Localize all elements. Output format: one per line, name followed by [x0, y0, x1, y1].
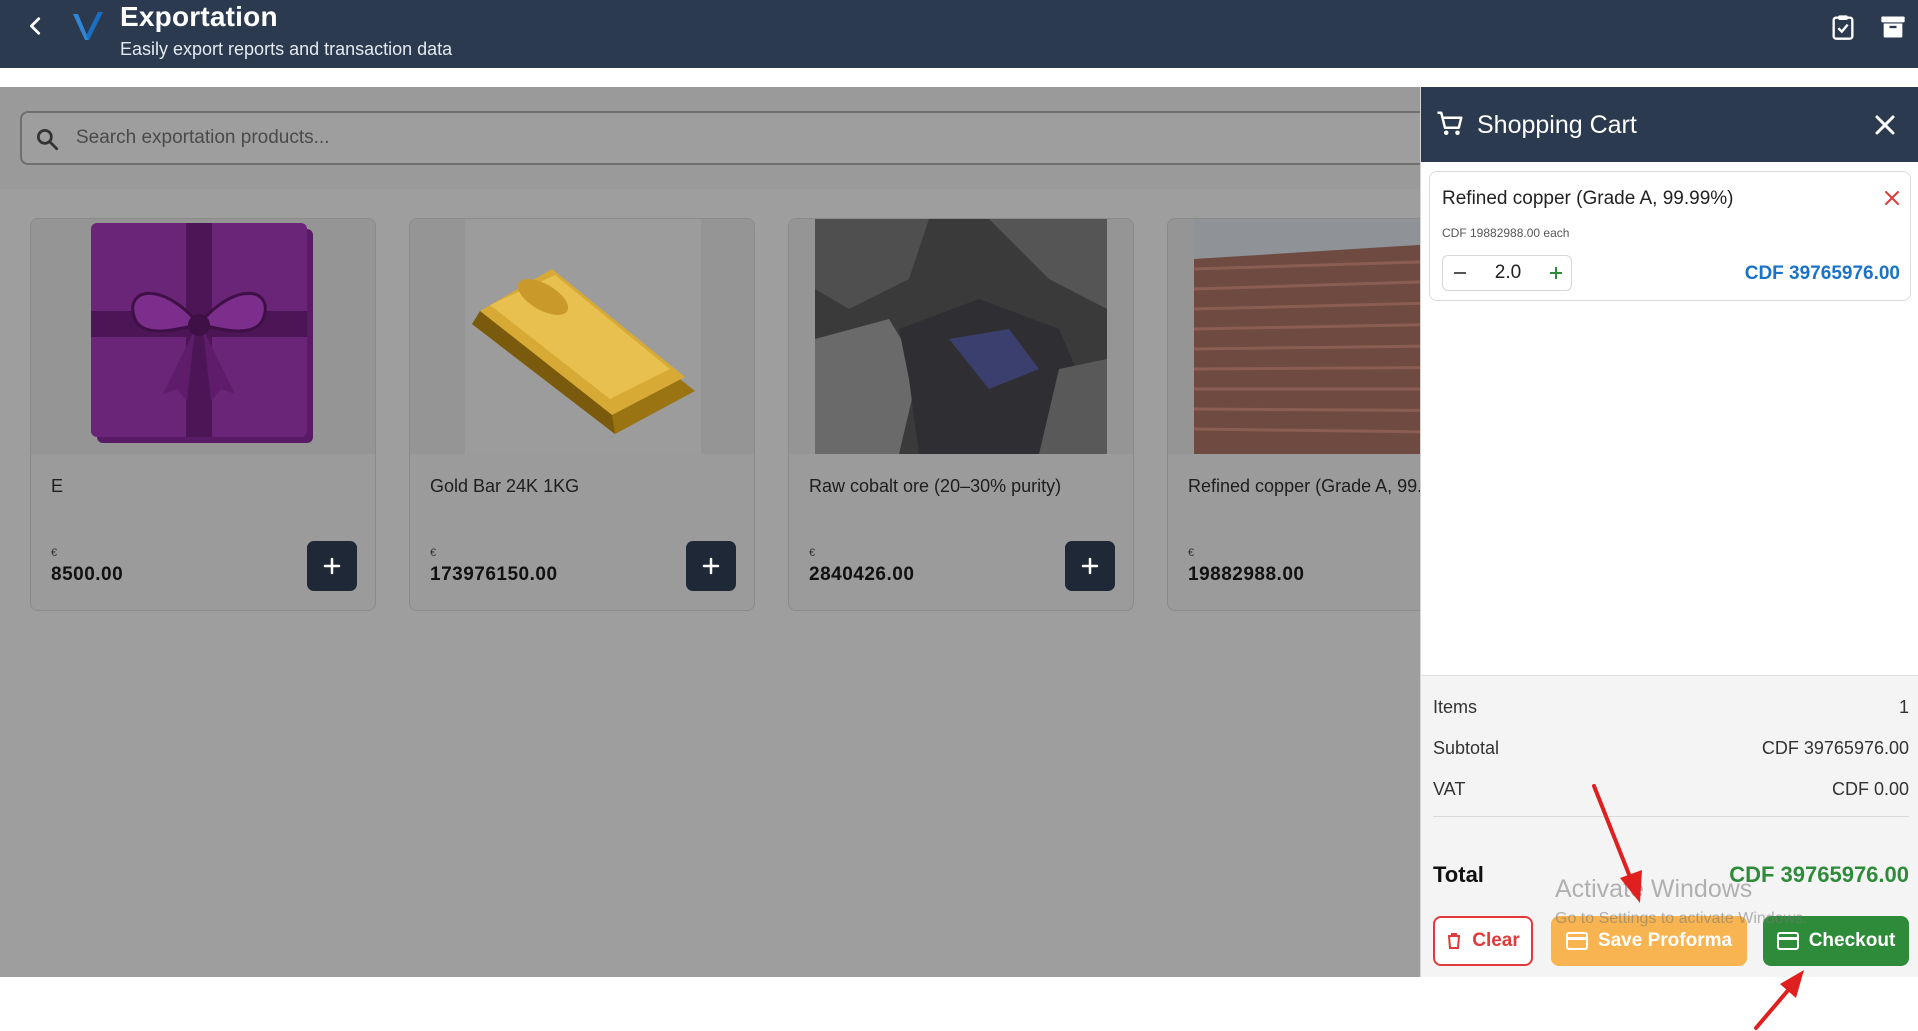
- items-label: Items: [1433, 697, 1478, 717]
- add-to-cart-button[interactable]: [1065, 541, 1115, 591]
- plus-icon: [702, 557, 720, 575]
- cart-item: Refined copper (Grade A, 99.99%) CDF 198…: [1429, 171, 1911, 301]
- cart-title: Shopping Cart: [1477, 111, 1637, 139]
- checkout-button[interactable]: Checkout: [1763, 916, 1909, 966]
- credit-card-icon: [1565, 932, 1588, 950]
- save-proforma-label: Save Proforma: [1597, 930, 1733, 951]
- cart-summary: Items 1 Subtotal CDF 39765976.00 VAT CDF…: [1421, 675, 1918, 977]
- cart-header: Shopping Cart: [1421, 87, 1918, 162]
- decrease-quantity-button[interactable]: [1443, 256, 1477, 290]
- total-value: CDF 39765976.00: [1729, 862, 1909, 887]
- remove-item-icon[interactable]: [1880, 186, 1904, 210]
- summary-items-row: Items 1: [1433, 697, 1909, 723]
- minus-icon: [1454, 272, 1466, 274]
- cart-icon: [1435, 109, 1465, 139]
- vat-label: VAT: [1433, 779, 1466, 799]
- product-price: 2840426.00: [809, 564, 915, 585]
- product-currency: €: [1188, 547, 1195, 559]
- content-top-edge: [0, 68, 1918, 87]
- product-currency: €: [809, 547, 816, 559]
- product-name: Gold Bar 24K 1KG: [430, 476, 580, 496]
- brand-logo: [70, 8, 106, 44]
- add-to-cart-button[interactable]: [686, 541, 736, 591]
- product-card[interactable]: Gold Bar 24K 1KG € 173976150.00: [409, 218, 755, 611]
- product-catalog: E € 8500.00 Gold Bar 24K 1KG € 173976150…: [0, 87, 1420, 977]
- product-image-cobalt-ore: [789, 219, 1133, 454]
- product-price: 8500.00: [51, 564, 124, 585]
- summary-divider: [1433, 816, 1909, 817]
- clear-button-label: Clear: [1472, 930, 1520, 951]
- annotation-arrow-checkout: [1754, 970, 1804, 1030]
- increase-quantity-button[interactable]: [1539, 256, 1573, 290]
- search-bar[interactable]: [20, 111, 1420, 165]
- product-currency: €: [430, 547, 437, 559]
- cart-item-unit-price: CDF 19882988.00 each: [1442, 226, 1570, 240]
- product-card[interactable]: E € 8500.00: [30, 218, 376, 611]
- page-title: Exportation: [120, 1, 278, 32]
- summary-total-row: Total CDF 39765976.00: [1433, 862, 1909, 892]
- search-input[interactable]: [76, 123, 1076, 153]
- product-card[interactable]: Refined copper (Grade A, 99.99%) € 19882…: [1167, 218, 1420, 611]
- trash-icon: [1448, 933, 1461, 949]
- subtotal-label: Subtotal: [1433, 738, 1500, 758]
- plus-icon: [323, 557, 341, 575]
- quantity-stepper: 2.0: [1442, 255, 1572, 291]
- page-subtitle: Easily export reports and transaction da…: [120, 39, 453, 59]
- vat-value: CDF 0.00: [1831, 779, 1909, 799]
- close-icon[interactable]: [1869, 109, 1901, 141]
- total-label: Total: [1433, 862, 1484, 887]
- product-image-gift: [31, 219, 375, 454]
- shopping-cart-panel: Shopping Cart Refined copper (Grade A, 9…: [1420, 87, 1918, 977]
- checkout-label: Checkout: [1808, 930, 1896, 951]
- product-card[interactable]: Raw cobalt ore (20–30% purity) € 2840426…: [788, 218, 1134, 611]
- subtotal-value: CDF 39765976.00: [1761, 738, 1909, 758]
- product-currency: €: [51, 547, 58, 559]
- items-value: 1: [1898, 697, 1909, 717]
- save-proforma-button[interactable]: Save Proforma: [1551, 916, 1747, 966]
- product-price: 173976150.00: [430, 564, 558, 585]
- add-to-cart-button[interactable]: [307, 541, 357, 591]
- archive-icon[interactable]: [1876, 10, 1910, 44]
- summary-vat-row: VAT CDF 0.00: [1433, 779, 1909, 805]
- plus-icon: [1550, 267, 1562, 279]
- cart-item-name: Refined copper (Grade A, 99.99%): [1442, 188, 1734, 209]
- app-bar: Exportation Easily export reports and tr…: [0, 0, 1918, 68]
- product-name: Raw cobalt ore (20–30% purity): [809, 476, 1062, 496]
- quantity-value[interactable]: 2.0: [1477, 262, 1539, 284]
- product-name: Refined copper (Grade A, 99.99%): [1188, 476, 1420, 496]
- cart-item-total: CDF 39765976.00: [1744, 263, 1900, 284]
- product-image-copper: [1168, 219, 1420, 454]
- product-price: 19882988.00: [1188, 564, 1305, 585]
- product-image-gold-bar: [410, 219, 754, 454]
- clear-button[interactable]: Clear: [1433, 916, 1533, 966]
- product-name: E: [51, 476, 64, 496]
- search-icon: [34, 126, 60, 152]
- clipboard-check-icon[interactable]: [1826, 10, 1860, 44]
- summary-subtotal-row: Subtotal CDF 39765976.00: [1433, 738, 1909, 764]
- credit-card-icon: [1776, 932, 1799, 950]
- back-arrow-icon[interactable]: [22, 12, 50, 40]
- plus-icon: [1081, 557, 1099, 575]
